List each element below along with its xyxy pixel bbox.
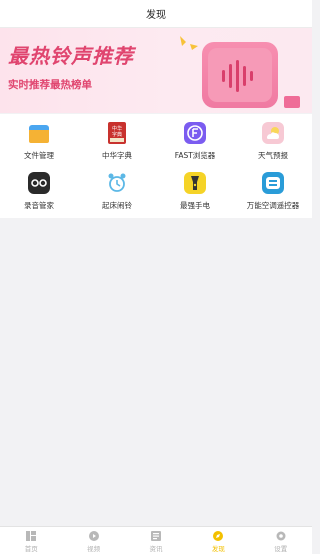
svg-text:中华: 中华 [112, 125, 122, 132]
browser-icon [183, 121, 207, 145]
svg-text:字典: 字典 [112, 131, 122, 138]
tool-dictionary[interactable]: 中华 字典 中华字典 [78, 114, 156, 164]
banner-subtitle: 实时推荐最热榜单 [8, 79, 92, 91]
tab-video[interactable]: 视频 [63, 527, 125, 554]
tools-grid: 文件管理 中华 字典 中华字典 FAST浏览器 天气预报 录音管家 起床闹铃 最… [0, 114, 312, 218]
bottom-tab-bar: 首页 视频 资讯 发现 设置 [0, 526, 312, 554]
settings-icon [276, 531, 286, 541]
grid-row: 录音管家 起床闹铃 最强手电 万能空调遥控器 [0, 164, 312, 214]
ringtone-banner[interactable]: 最热铃声推荐 实时推荐最热榜单 [0, 28, 312, 113]
grid-label: 最强手电 [180, 201, 210, 210]
tab-label: 发现 [211, 545, 225, 553]
top-bar: 发现 [0, 0, 312, 28]
dictionary-icon: 中华 字典 [105, 121, 129, 145]
tool-fast-browser[interactable]: FAST浏览器 [156, 114, 234, 164]
grid-label: 起床闹铃 [102, 201, 132, 210]
video-icon [88, 531, 99, 541]
grid-label: FAST浏览器 [174, 151, 216, 160]
grid-row: 文件管理 中华 字典 中华字典 FAST浏览器 天气预报 [0, 114, 312, 164]
banner-tab-decoration [284, 96, 300, 108]
tab-label: 设置 [274, 545, 288, 553]
tab-label: 资讯 [149, 545, 163, 553]
tab-label: 首页 [24, 545, 38, 553]
page-title: 发现 [146, 10, 166, 21]
tab-label: 视频 [87, 545, 101, 553]
tool-recorder[interactable]: 录音管家 [0, 164, 78, 214]
tab-settings[interactable]: 设置 [250, 527, 312, 554]
grid-label: 天气预报 [258, 151, 288, 160]
tool-ac-remote[interactable]: 万能空调遥控器 [234, 164, 312, 214]
home-icon [26, 531, 37, 541]
grid-label: 文件管理 [24, 151, 54, 160]
tab-news[interactable]: 资讯 [125, 527, 187, 554]
sparkle-icon [180, 36, 198, 50]
grid-label: 万能空调遥控器 [246, 201, 300, 210]
grid-label: 中华字典 [102, 151, 132, 160]
remote-control-icon [261, 171, 285, 195]
ringtone-card-icon [202, 42, 278, 108]
grid-label: 录音管家 [24, 201, 54, 210]
folder-icon [27, 121, 51, 145]
alarm-clock-icon [105, 171, 129, 195]
tool-file-manager[interactable]: 文件管理 [0, 114, 78, 164]
sound-wave-icon [222, 60, 253, 92]
tab-home[interactable]: 首页 [0, 527, 62, 554]
recorder-icon [27, 171, 51, 195]
discover-icon [213, 531, 224, 541]
news-icon [150, 531, 161, 541]
banner-title: 最热铃声推荐 [8, 44, 134, 68]
tool-alarm-clock[interactable]: 起床闹铃 [78, 164, 156, 214]
tool-weather[interactable]: 天气预报 [234, 114, 312, 164]
tab-discover[interactable]: 发现 [187, 527, 249, 554]
weather-icon [261, 121, 285, 145]
flashlight-icon [183, 171, 207, 195]
tool-flashlight[interactable]: 最强手电 [156, 164, 234, 214]
